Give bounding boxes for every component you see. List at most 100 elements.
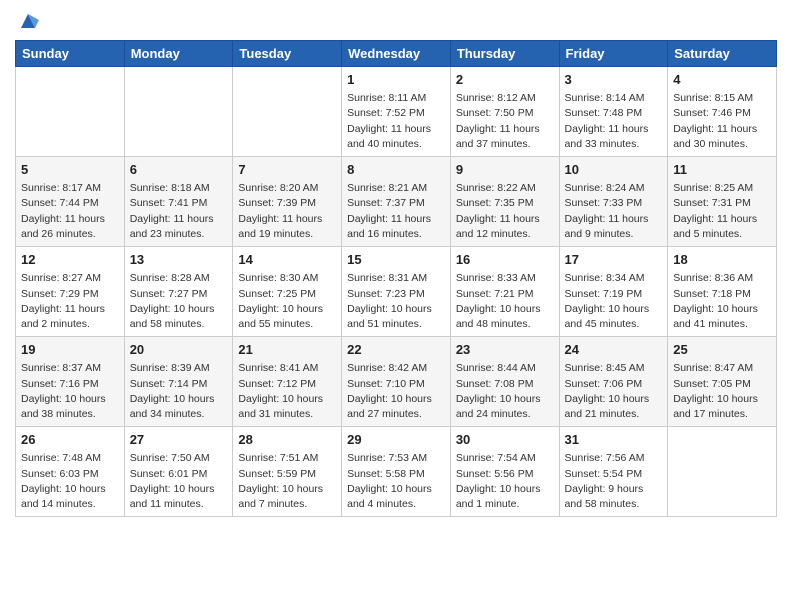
logo-icon	[17, 10, 39, 32]
day-info: Sunrise: 8:39 AM Sunset: 7:14 PM Dayligh…	[130, 361, 228, 422]
day-number: 6	[130, 161, 228, 179]
col-header-wednesday: Wednesday	[342, 41, 451, 67]
day-info: Sunrise: 8:44 AM Sunset: 7:08 PM Dayligh…	[456, 361, 554, 422]
header	[15, 10, 777, 32]
day-info: Sunrise: 7:56 AM Sunset: 5:54 PM Dayligh…	[565, 451, 663, 512]
day-number: 27	[130, 431, 228, 449]
day-info: Sunrise: 7:51 AM Sunset: 5:59 PM Dayligh…	[238, 451, 336, 512]
calendar-cell: 20 Sunrise: 8:39 AM Sunset: 7:14 PM Dayli…	[124, 337, 233, 427]
calendar-cell: 18 Sunrise: 8:36 AM Sunset: 7:18 PM Dayli…	[668, 247, 777, 337]
calendar-cell: 24 Sunrise: 8:45 AM Sunset: 7:06 PM Dayli…	[559, 337, 668, 427]
day-info: Sunrise: 8:15 AM Sunset: 7:46 PM Dayligh…	[673, 91, 771, 152]
day-number: 17	[565, 251, 663, 269]
calendar-week-5: 26 Sunrise: 7:48 AM Sunset: 6:03 PM Dayli…	[16, 427, 777, 517]
day-number: 31	[565, 431, 663, 449]
col-header-sunday: Sunday	[16, 41, 125, 67]
day-info: Sunrise: 8:20 AM Sunset: 7:39 PM Dayligh…	[238, 181, 336, 242]
calendar-cell: 15Sunrise: 8:31 AM Sunset: 7:23 PM Dayli…	[342, 247, 451, 337]
day-number: 20	[130, 341, 228, 359]
day-info: Sunrise: 8:34 AM Sunset: 7:19 PM Dayligh…	[565, 271, 663, 332]
day-info: Sunrise: 8:11 AM Sunset: 7:52 PM Dayligh…	[347, 91, 445, 152]
day-number: 14	[238, 251, 336, 269]
day-info: Sunrise: 8:36 AM Sunset: 7:18 PM Dayligh…	[673, 271, 771, 332]
day-number: 7	[238, 161, 336, 179]
col-header-friday: Friday	[559, 41, 668, 67]
day-info: Sunrise: 7:54 AM Sunset: 5:56 PM Dayligh…	[456, 451, 554, 512]
col-header-saturday: Saturday	[668, 41, 777, 67]
calendar-cell: 16 Sunrise: 8:33 AM Sunset: 7:21 PM Dayli…	[450, 247, 559, 337]
day-number: 4	[673, 71, 771, 89]
calendar-cell: 9Sunrise: 8:22 AM Sunset: 7:35 PM Daylig…	[450, 157, 559, 247]
day-number: 5	[21, 161, 119, 179]
calendar-cell: 4 Sunrise: 8:15 AM Sunset: 7:46 PM Daylig…	[668, 67, 777, 157]
day-number: 29	[347, 431, 445, 449]
calendar-cell: 27 Sunrise: 7:50 AM Sunset: 6:01 PM Dayli…	[124, 427, 233, 517]
day-info: Sunrise: 8:18 AM Sunset: 7:41 PM Dayligh…	[130, 181, 228, 242]
calendar-cell: 3 Sunrise: 8:14 AM Sunset: 7:48 PM Daylig…	[559, 67, 668, 157]
calendar-cell: 12 Sunrise: 8:27 AM Sunset: 7:29 PM Dayli…	[16, 247, 125, 337]
day-info: Sunrise: 8:27 AM Sunset: 7:29 PM Dayligh…	[21, 271, 119, 332]
day-info: Sunrise: 8:17 AM Sunset: 7:44 PM Dayligh…	[21, 181, 119, 242]
day-number: 13	[130, 251, 228, 269]
day-info: Sunrise: 8:12 AM Sunset: 7:50 PM Dayligh…	[456, 91, 554, 152]
day-info: Sunrise: 8:47 AM Sunset: 7:05 PM Dayligh…	[673, 361, 771, 422]
day-info: Sunrise: 8:37 AM Sunset: 7:16 PM Dayligh…	[21, 361, 119, 422]
calendar-week-2: 5 Sunrise: 8:17 AM Sunset: 7:44 PM Daylig…	[16, 157, 777, 247]
day-info: Sunrise: 7:53 AM Sunset: 5:58 PM Dayligh…	[347, 451, 445, 512]
day-number: 19	[21, 341, 119, 359]
logo	[15, 10, 39, 32]
calendar-cell: 29 Sunrise: 7:53 AM Sunset: 5:58 PM Dayli…	[342, 427, 451, 517]
calendar-cell: 14 Sunrise: 8:30 AM Sunset: 7:25 PM Dayli…	[233, 247, 342, 337]
calendar-cell: 31 Sunrise: 7:56 AM Sunset: 5:54 PM Dayli…	[559, 427, 668, 517]
day-info: Sunrise: 8:30 AM Sunset: 7:25 PM Dayligh…	[238, 271, 336, 332]
day-number: 18	[673, 251, 771, 269]
calendar-cell	[16, 67, 125, 157]
day-number: 25	[673, 341, 771, 359]
day-info: Sunrise: 7:50 AM Sunset: 6:01 PM Dayligh…	[130, 451, 228, 512]
calendar-cell	[124, 67, 233, 157]
calendar-cell: 2Sunrise: 8:12 AM Sunset: 7:50 PM Daylig…	[450, 67, 559, 157]
calendar-cell: 19 Sunrise: 8:37 AM Sunset: 7:16 PM Dayli…	[16, 337, 125, 427]
col-header-monday: Monday	[124, 41, 233, 67]
day-number: 22	[347, 341, 445, 359]
day-number: 26	[21, 431, 119, 449]
calendar-cell: 26 Sunrise: 7:48 AM Sunset: 6:03 PM Dayli…	[16, 427, 125, 517]
calendar-cell: 1 Sunrise: 8:11 AM Sunset: 7:52 PM Daylig…	[342, 67, 451, 157]
calendar-cell: 21Sunrise: 8:41 AM Sunset: 7:12 PM Dayli…	[233, 337, 342, 427]
col-header-tuesday: Tuesday	[233, 41, 342, 67]
day-number: 16	[456, 251, 554, 269]
day-number: 24	[565, 341, 663, 359]
page: SundayMondayTuesdayWednesdayThursdayFrid…	[0, 0, 792, 612]
day-info: Sunrise: 8:42 AM Sunset: 7:10 PM Dayligh…	[347, 361, 445, 422]
day-info: Sunrise: 8:24 AM Sunset: 7:33 PM Dayligh…	[565, 181, 663, 242]
day-info: Sunrise: 8:45 AM Sunset: 7:06 PM Dayligh…	[565, 361, 663, 422]
col-header-thursday: Thursday	[450, 41, 559, 67]
day-info: Sunrise: 8:14 AM Sunset: 7:48 PM Dayligh…	[565, 91, 663, 152]
calendar-cell: 13 Sunrise: 8:28 AM Sunset: 7:27 PM Dayli…	[124, 247, 233, 337]
day-number: 12	[21, 251, 119, 269]
calendar-cell	[233, 67, 342, 157]
calendar-cell: 17 Sunrise: 8:34 AM Sunset: 7:19 PM Dayli…	[559, 247, 668, 337]
day-number: 21	[238, 341, 336, 359]
calendar-cell: 30Sunrise: 7:54 AM Sunset: 5:56 PM Dayli…	[450, 427, 559, 517]
calendar-cell: 8 Sunrise: 8:21 AM Sunset: 7:37 PM Daylig…	[342, 157, 451, 247]
day-info: Sunrise: 8:25 AM Sunset: 7:31 PM Dayligh…	[673, 181, 771, 242]
day-number: 8	[347, 161, 445, 179]
day-number: 28	[238, 431, 336, 449]
calendar-cell: 22 Sunrise: 8:42 AM Sunset: 7:10 PM Dayli…	[342, 337, 451, 427]
calendar-cell: 11 Sunrise: 8:25 AM Sunset: 7:31 PM Dayli…	[668, 157, 777, 247]
day-info: Sunrise: 8:21 AM Sunset: 7:37 PM Dayligh…	[347, 181, 445, 242]
calendar-week-4: 19 Sunrise: 8:37 AM Sunset: 7:16 PM Dayli…	[16, 337, 777, 427]
calendar-cell: 25 Sunrise: 8:47 AM Sunset: 7:05 PM Dayli…	[668, 337, 777, 427]
day-info: Sunrise: 8:28 AM Sunset: 7:27 PM Dayligh…	[130, 271, 228, 332]
day-number: 11	[673, 161, 771, 179]
day-number: 3	[565, 71, 663, 89]
calendar-cell: 6 Sunrise: 8:18 AM Sunset: 7:41 PM Daylig…	[124, 157, 233, 247]
day-info: Sunrise: 7:48 AM Sunset: 6:03 PM Dayligh…	[21, 451, 119, 512]
calendar-cell	[668, 427, 777, 517]
calendar-cell: 10Sunrise: 8:24 AM Sunset: 7:33 PM Dayli…	[559, 157, 668, 247]
day-number: 1	[347, 71, 445, 89]
calendar-cell: 28 Sunrise: 7:51 AM Sunset: 5:59 PM Dayli…	[233, 427, 342, 517]
calendar-cell: 7 Sunrise: 8:20 AM Sunset: 7:39 PM Daylig…	[233, 157, 342, 247]
day-info: Sunrise: 8:33 AM Sunset: 7:21 PM Dayligh…	[456, 271, 554, 332]
